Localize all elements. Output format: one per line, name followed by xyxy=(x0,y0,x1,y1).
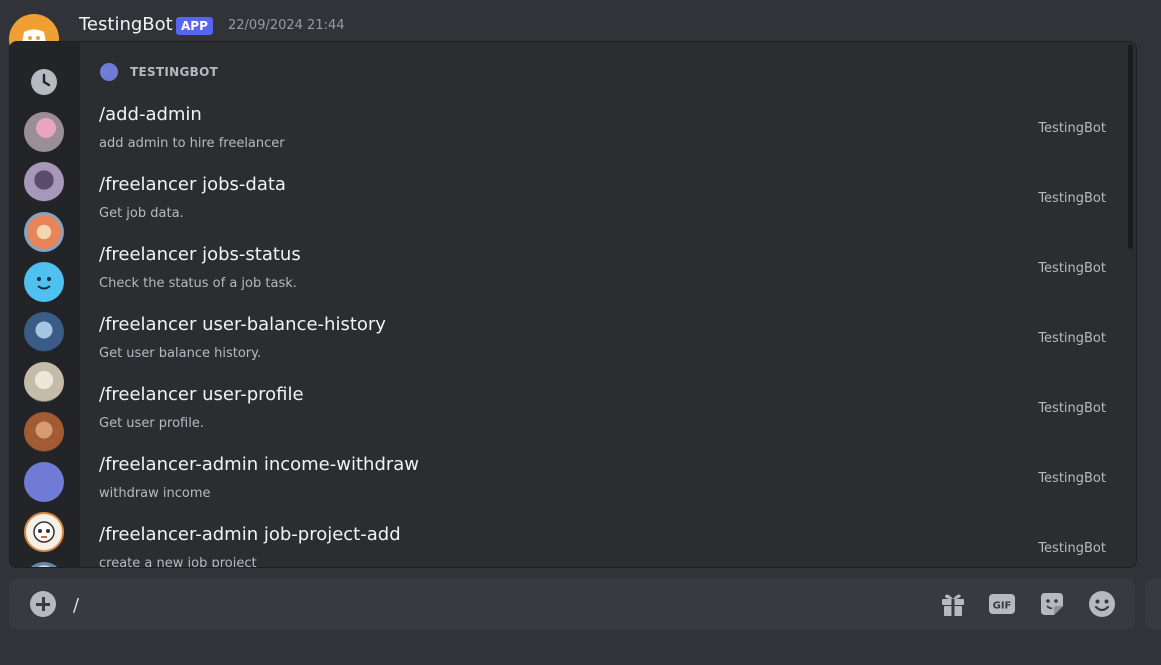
gift-button[interactable] xyxy=(939,590,967,618)
sticker-button[interactable] xyxy=(1038,590,1066,618)
command-description: withdraw income xyxy=(99,486,211,501)
command-description: Get user balance history. xyxy=(99,346,262,361)
command-app-name: TestingBot xyxy=(1038,541,1106,556)
app-avatar[interactable] xyxy=(24,362,64,402)
message-timestamp: 22/09/2024 21:44 xyxy=(228,18,345,33)
add-attachment-button[interactable] xyxy=(30,591,56,617)
command-app-name: TestingBot xyxy=(1038,471,1106,486)
command-name: /freelancer user-profile xyxy=(99,384,304,405)
command-item[interactable]: /freelancer-admin income-withdraw withdr… xyxy=(88,449,1128,519)
emoji-button[interactable] xyxy=(1088,590,1116,618)
app-icon xyxy=(100,63,118,81)
app-avatar[interactable] xyxy=(24,462,64,502)
command-item[interactable]: /freelancer jobs-status Check the status… xyxy=(88,239,1128,309)
command-item[interactable]: /add-admin add admin to hire freelancer … xyxy=(88,99,1128,169)
command-item[interactable]: /freelancer jobs-data Get job data. Test… xyxy=(88,169,1128,239)
command-autocomplete-popup: TESTINGBOT /add-admin add admin to hire … xyxy=(9,41,1137,568)
command-name: /freelancer jobs-status xyxy=(99,244,301,265)
command-item[interactable]: /freelancer-admin job-project-add create… xyxy=(88,519,1128,568)
bot-face-icon xyxy=(33,521,55,543)
recent-clock-icon[interactable] xyxy=(30,68,58,96)
app-avatar[interactable] xyxy=(24,412,64,452)
command-description: Check the status of a job task. xyxy=(99,276,297,291)
command-name: /freelancer-admin job-project-add xyxy=(99,524,401,545)
app-badge: APP xyxy=(176,17,213,35)
command-name: /freelancer user-balance-history xyxy=(99,314,386,335)
message-header: TestingBot APP 22/09/2024 21:44 xyxy=(0,0,1161,64)
command-description: create a new job project xyxy=(99,556,257,568)
gif-icon: GIF xyxy=(989,594,1015,614)
app-avatar[interactable] xyxy=(24,162,64,202)
message-input[interactable] xyxy=(71,590,895,620)
command-description: Get job data. xyxy=(99,206,184,221)
app-rail xyxy=(10,42,80,567)
command-app-name: TestingBot xyxy=(1038,401,1106,416)
smile-face-icon xyxy=(37,277,51,290)
sticker-icon xyxy=(1041,593,1063,615)
gif-button[interactable]: GIF xyxy=(988,590,1016,618)
emoji-icon xyxy=(1089,591,1115,617)
command-app-name: TestingBot xyxy=(1038,121,1106,136)
command-app-name: TestingBot xyxy=(1038,261,1106,276)
command-app-name: TestingBot xyxy=(1038,331,1106,346)
gift-icon xyxy=(942,594,964,616)
section-title: TESTINGBOT xyxy=(130,65,219,79)
app-avatar[interactable] xyxy=(24,112,64,152)
app-avatar[interactable] xyxy=(24,212,64,252)
command-item[interactable]: /freelancer user-balance-history Get use… xyxy=(88,309,1128,379)
command-description: Get user profile. xyxy=(99,416,204,431)
app-avatar[interactable] xyxy=(24,512,64,552)
app-avatar[interactable] xyxy=(24,562,64,567)
command-description: add admin to hire freelancer xyxy=(99,136,285,151)
author-name[interactable]: TestingBot xyxy=(79,14,173,35)
command-name: /freelancer jobs-data xyxy=(99,174,286,195)
svg-text:GIF: GIF xyxy=(993,601,1012,612)
command-item[interactable]: /freelancer user-profile Get user profil… xyxy=(88,379,1128,449)
popup-scrollbar[interactable] xyxy=(1128,44,1133,249)
message-composer: GIF xyxy=(9,578,1135,630)
command-name: /add-admin xyxy=(99,104,202,125)
app-avatar[interactable] xyxy=(24,262,64,302)
command-name: /freelancer-admin income-withdraw xyxy=(99,454,420,475)
command-app-name: TestingBot xyxy=(1038,191,1106,206)
side-panel-edge xyxy=(1145,578,1161,630)
app-avatar[interactable] xyxy=(24,312,64,352)
